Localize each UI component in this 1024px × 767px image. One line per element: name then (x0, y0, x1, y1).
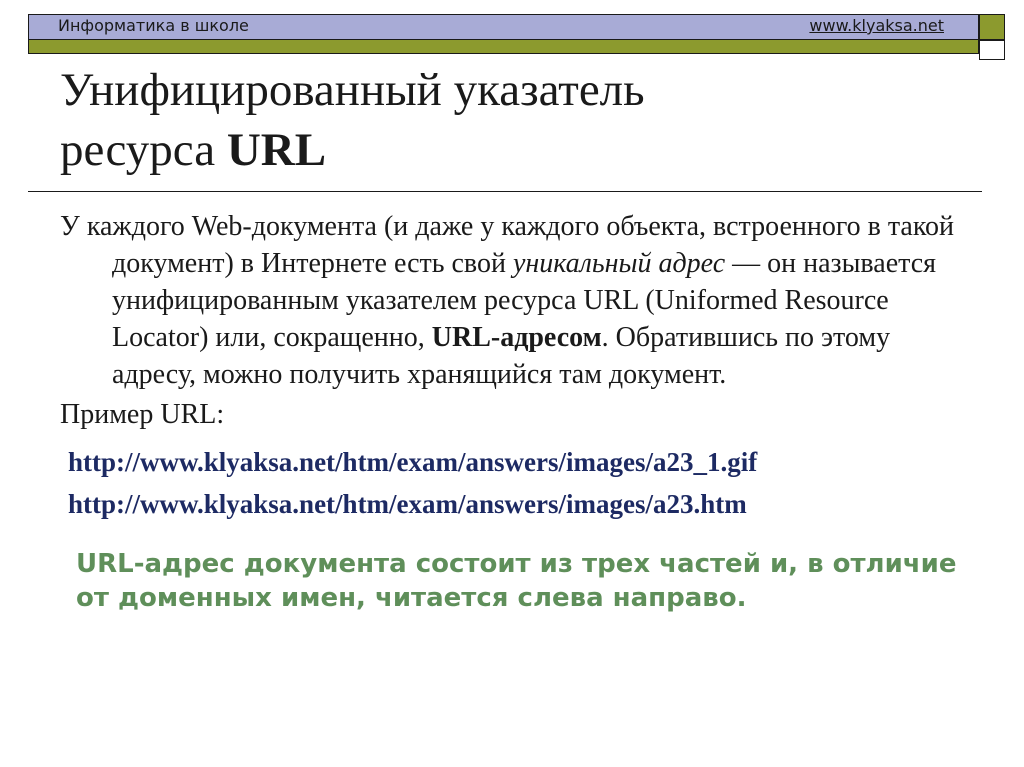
header-corner-box (979, 14, 1005, 40)
title-line-1: Унифицированный указатель (60, 64, 645, 116)
definition-paragraph: У каждого Web-документа (и даже у каждог… (60, 208, 960, 393)
url-note: URL-адрес документа состоит из трех част… (76, 549, 957, 613)
header-accent-bar (28, 40, 979, 54)
slide-content: У каждого Web-документа (и даже у каждог… (60, 208, 960, 615)
example-url-2: http://www.klyaksa.net/htm/exam/answers/… (68, 489, 747, 519)
title-line-2: ресурса (60, 124, 227, 176)
definition-bold: URL-адресом (431, 322, 602, 353)
slide-title: Унифицированный указатель ресурса URL (60, 60, 645, 180)
definition-italic: уникальный адрес (512, 248, 726, 279)
title-line-2-bold: URL (226, 124, 327, 176)
example-url-1: http://www.klyaksa.net/htm/exam/answers/… (68, 447, 758, 477)
site-name: Информатика в школе (58, 16, 249, 35)
title-divider (28, 191, 982, 192)
site-url-link[interactable]: www.klyaksa.net (809, 16, 944, 36)
header-corner-box-lower (979, 40, 1005, 60)
example-label: Пример URL: (60, 399, 225, 430)
definition-text: У каждого Web-документа (и даже у каждог… (60, 208, 960, 393)
